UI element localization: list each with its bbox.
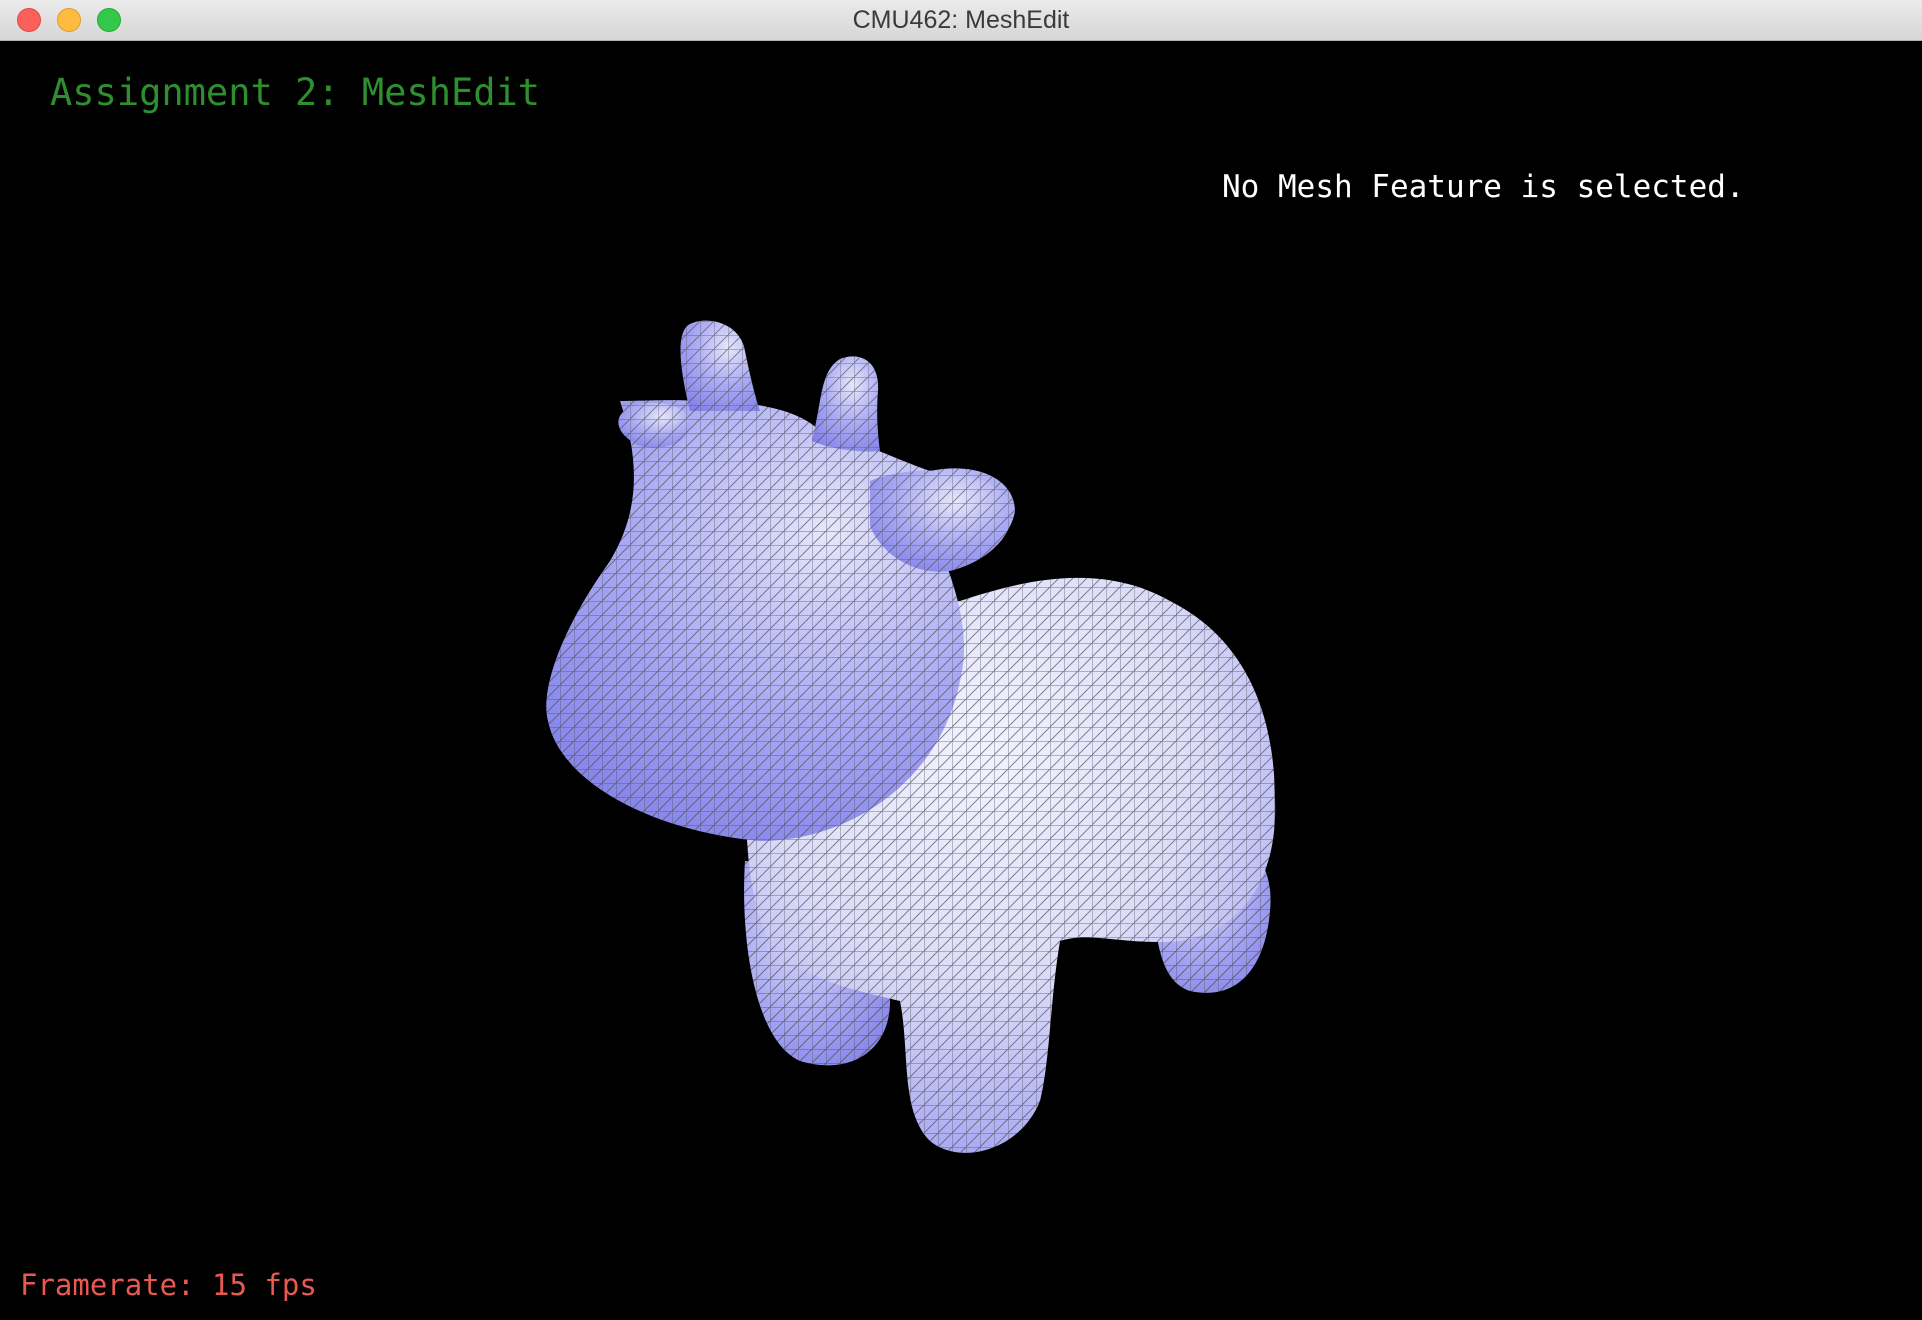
cow-horn-left (680, 320, 760, 411)
app-window: CMU462: MeshEdit Assignment 2: MeshEdit … (0, 0, 1922, 1320)
title-bar[interactable]: CMU462: MeshEdit (0, 0, 1922, 41)
framerate-readout: Framerate: 15 fps (20, 1268, 317, 1302)
cow-horn-right (812, 356, 880, 452)
cow-mesh[interactable] (0, 41, 1922, 1320)
assignment-title: Assignment 2: MeshEdit (50, 71, 541, 114)
selection-status: No Mesh Feature is selected. (1222, 169, 1745, 205)
window-title: CMU462: MeshEdit (852, 6, 1070, 34)
render-viewport[interactable]: Assignment 2: MeshEdit No Mesh Feature i… (0, 41, 1922, 1320)
